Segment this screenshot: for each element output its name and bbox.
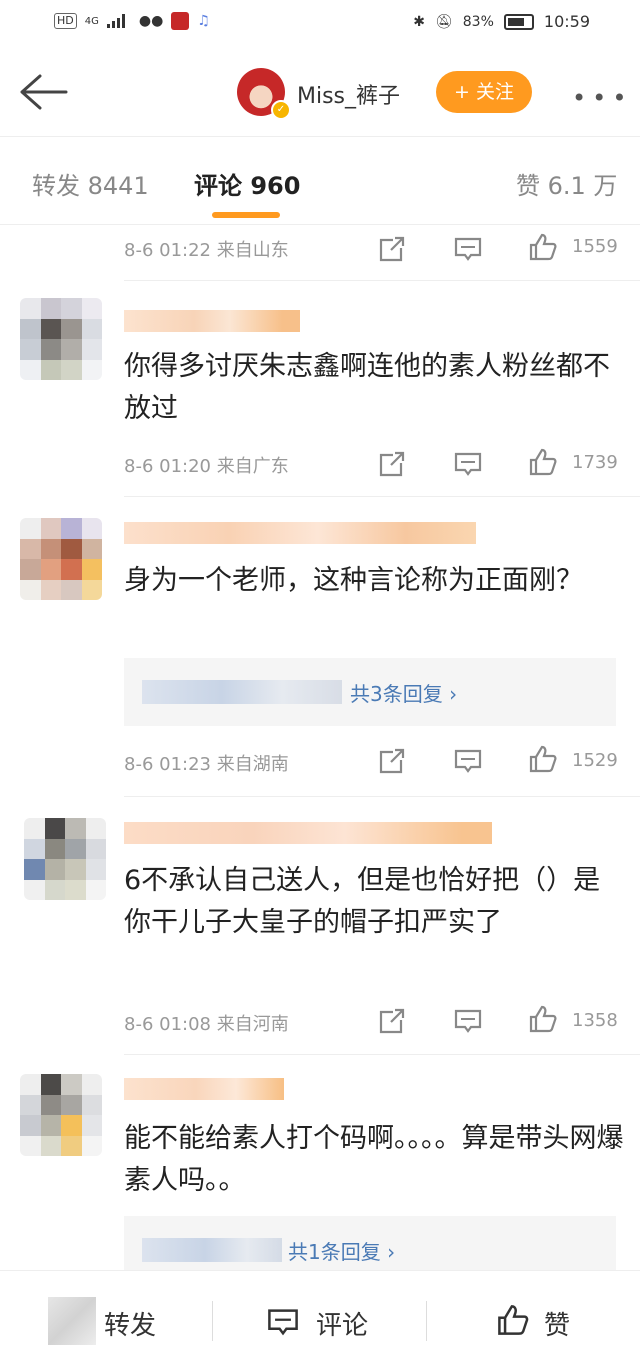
bottom-action-bar: 转发 评论 赞 <box>0 1270 640 1371</box>
comment-icon[interactable] <box>453 746 483 776</box>
comment-icon[interactable] <box>453 234 483 264</box>
username-blurred[interactable] <box>124 522 476 544</box>
mute-icon: 🔕︎ <box>434 13 453 30</box>
hd-indicator: HD <box>54 13 77 29</box>
like-icon[interactable] <box>496 1303 530 1337</box>
network-indicator: 4G <box>84 15 99 27</box>
like-count: 1358 <box>572 1010 618 1031</box>
comment-text: 6不承认自己送人，但是也恰好把（）是你干儿子大皇子的帽子扣严实了 <box>124 865 601 938</box>
username-blurred[interactable] <box>124 310 300 332</box>
like-icon[interactable] <box>528 744 558 774</box>
comment-icon[interactable] <box>453 1006 483 1036</box>
divider <box>124 496 640 497</box>
divider <box>426 1301 427 1341</box>
like-count: 1559 <box>572 236 618 257</box>
bluetooth-icon: ✱ <box>413 13 425 30</box>
repost-icon[interactable] <box>377 746 407 776</box>
app-icon <box>171 12 190 30</box>
comment-meta: 8-6 01:22 来自山东 <box>124 240 289 261</box>
username-blurred[interactable] <box>124 822 492 844</box>
repost-icon[interactable] <box>377 234 407 264</box>
arrow-left-icon[interactable] <box>18 72 68 112</box>
tab-likes[interactable]: 赞 6.1 万 <box>516 166 617 201</box>
repost-icon[interactable] <box>48 1297 96 1345</box>
avatar[interactable] <box>20 298 102 380</box>
clock: 10:59 <box>543 12 590 31</box>
comment-text: 能不能给素人打个码啊。。。。算是带头网爆素人吗。。 <box>124 1123 624 1196</box>
like-icon[interactable] <box>528 447 558 477</box>
bottom-like-button[interactable]: 赞 <box>544 1305 570 1342</box>
reply-summary-link[interactable]: 共3条回复 › <box>350 678 457 707</box>
like-count: 1739 <box>572 452 618 473</box>
comment-icon[interactable] <box>266 1305 300 1339</box>
bottom-comment-button[interactable]: 评论 <box>316 1305 368 1342</box>
reply-summary-link[interactable]: 共1条回复 › <box>288 1236 395 1265</box>
bottom-repost-button[interactable]: 转发 <box>104 1305 156 1342</box>
comment-meta: 8-6 01:23 来自湖南 <box>124 754 289 775</box>
battery-percent: 83% <box>462 13 494 30</box>
comment-meta: 8-6 01:08 来自河南 <box>124 1014 289 1035</box>
avatar[interactable] <box>20 1074 102 1156</box>
divider <box>212 1301 213 1341</box>
avatar[interactable] <box>24 818 106 900</box>
like-count: 1529 <box>572 750 618 771</box>
tab-bar: 转发 8441 评论 960 赞 6.1 万 <box>0 136 640 225</box>
comment-text: 你得多讨厌朱志鑫啊连他的素人粉丝都不放过 <box>124 351 610 424</box>
battery-icon <box>503 13 534 30</box>
username[interactable]: Miss_裤子 <box>297 78 400 110</box>
signal-icon <box>106 14 131 28</box>
status-bar: HD 4G ●● ♫ ✱ 🔕︎ 83% 10:59 <box>0 0 640 48</box>
comment-icon[interactable] <box>453 449 483 479</box>
repost-icon[interactable] <box>377 449 407 479</box>
tab-comments[interactable]: 评论 960 <box>194 166 300 201</box>
like-icon[interactable] <box>528 232 558 262</box>
tab-repost[interactable]: 转发 8441 <box>32 166 149 201</box>
replier-blurred <box>142 1238 282 1262</box>
reply-summary-box[interactable]: 共3条回复 › <box>124 658 616 726</box>
more-dots-icon[interactable]: ••• <box>572 84 632 112</box>
username-blurred[interactable] <box>124 1078 284 1100</box>
active-tab-indicator <box>212 212 280 218</box>
avatar[interactable] <box>20 518 102 600</box>
divider <box>124 796 640 797</box>
verified-badge-icon: ✓ <box>271 100 291 120</box>
replier-blurred <box>142 680 342 704</box>
divider <box>124 280 640 281</box>
follow-button[interactable]: + 关注 <box>436 71 532 113</box>
music-icon: ♫ <box>197 13 210 29</box>
wechat-icon: ●● <box>138 13 164 29</box>
comment-meta: 8-6 01:20 来自广东 <box>124 456 289 477</box>
repost-icon[interactable] <box>377 1006 407 1036</box>
divider <box>124 1054 640 1055</box>
like-icon[interactable] <box>528 1004 558 1034</box>
comment-text: 身为一个老师，这种言论称为正面刚？ <box>124 565 583 596</box>
